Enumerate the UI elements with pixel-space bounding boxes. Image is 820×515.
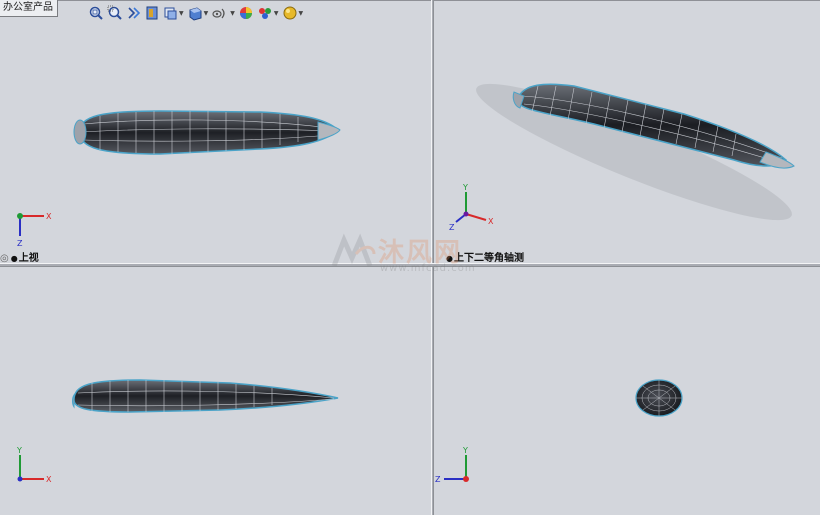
x-axis-label: X	[488, 217, 494, 226]
fuselage-model-right-view	[635, 379, 683, 417]
bullet-icon: ●	[446, 254, 453, 263]
y-axis-label: Y	[462, 184, 468, 192]
view-label-top-left: ◎ ●上视	[0, 249, 39, 263]
viewport-bottom-right[interactable]: Y Z	[434, 267, 820, 515]
viewport-top-left[interactable]: X Z ◎ ●上视	[0, 0, 431, 263]
x-axis-label: X	[46, 212, 52, 221]
fuselage-model-top-view	[73, 110, 341, 155]
coordinate-triad: Y Z	[435, 446, 469, 484]
fuselage-model-front-view	[72, 379, 339, 413]
z-axis-label: Z	[449, 223, 455, 232]
view-name: 上下二等角轴测	[453, 253, 524, 263]
bullet-icon: ●	[10, 254, 18, 263]
coordinate-triad: Y X	[16, 446, 52, 484]
viewport-bottom-left[interactable]: Y X	[0, 267, 431, 515]
viewport-splitter-vertical[interactable]	[431, 0, 434, 515]
y-axis-label: Y	[16, 446, 22, 455]
x-axis-label: X	[46, 475, 52, 484]
coordinate-triad: Y X Z	[449, 184, 494, 232]
viewport-splitter-horizontal[interactable]	[0, 263, 820, 267]
eye-icon: ◎	[0, 253, 9, 263]
view-label-top-right: ●上下二等角轴测	[446, 249, 524, 263]
y-axis-label: Y	[462, 446, 468, 455]
coordinate-triad: X Z	[17, 212, 52, 248]
z-axis-label: Z	[435, 475, 441, 484]
viewport-top-right[interactable]: Y X Z ●上下二等角轴测	[434, 0, 820, 263]
z-axis-label: Z	[17, 239, 23, 248]
view-name: 上视	[18, 253, 39, 263]
